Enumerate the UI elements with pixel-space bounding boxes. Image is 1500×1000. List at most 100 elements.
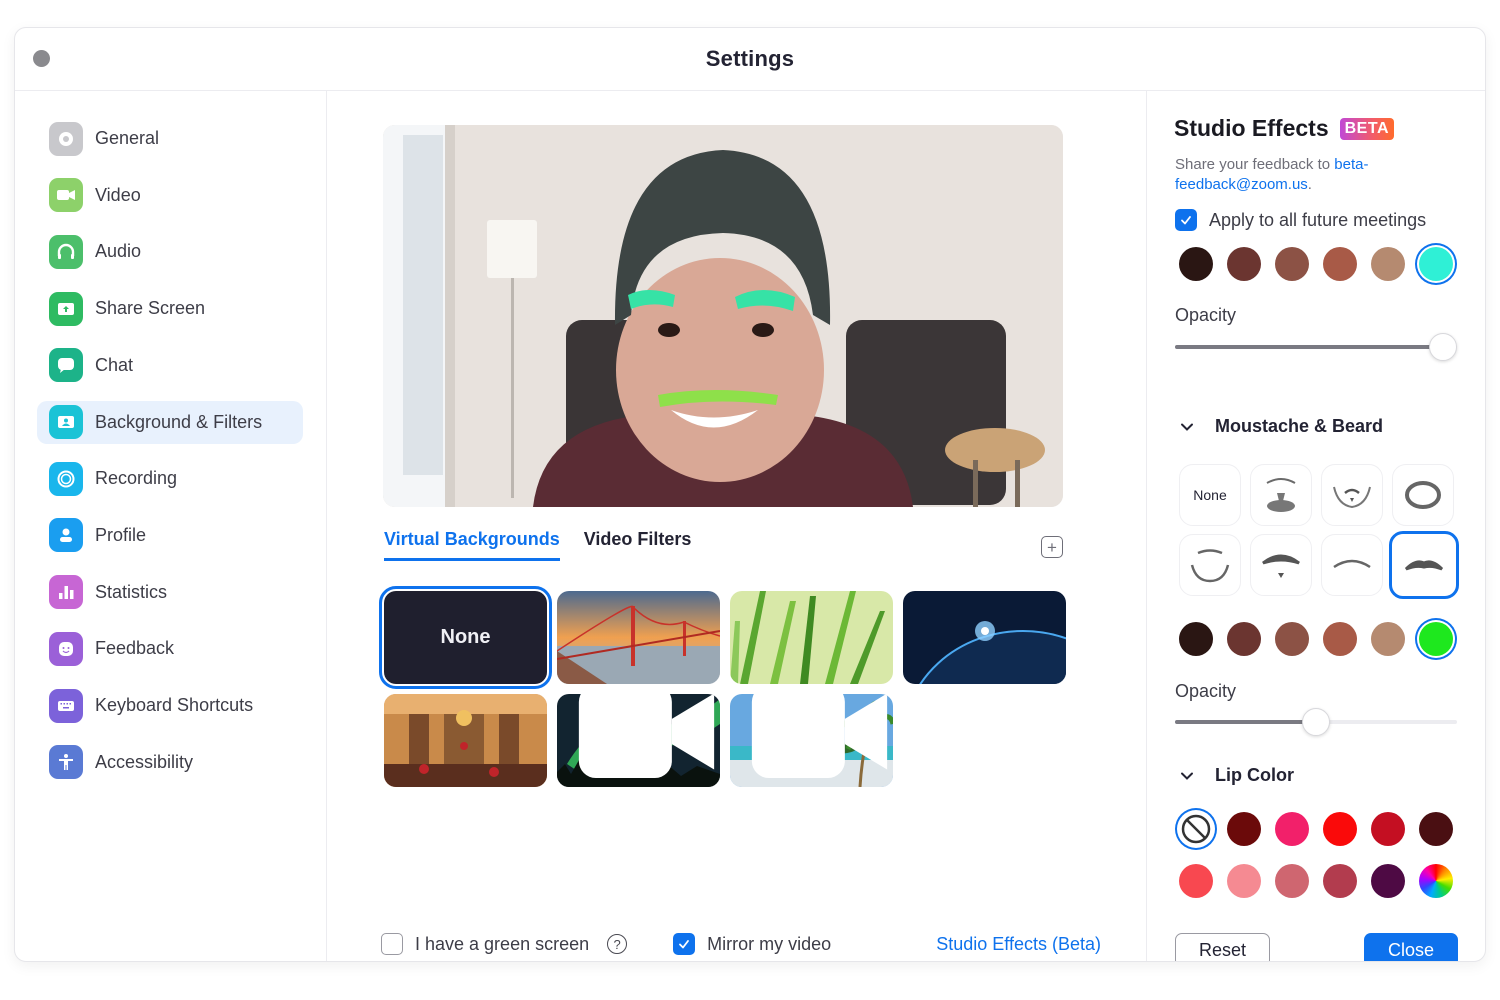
sidebar-item-label: Accessibility <box>95 751 194 772</box>
mirror-video-label: Mirror my video <box>707 933 832 954</box>
eyebrow-opacity-slider[interactable] <box>1175 333 1457 361</box>
beard-color-swatch[interactable] <box>1275 622 1309 656</box>
beard-color-swatch[interactable] <box>1419 622 1453 656</box>
eyebrow-color-swatch[interactable] <box>1275 247 1309 281</box>
sidebar-item-statistics[interactable]: Statistics <box>37 571 303 614</box>
help-icon[interactable]: ? <box>607 934 628 954</box>
smiley-icon <box>49 631 83 666</box>
sidebar-item-label: Share Screen <box>95 298 206 319</box>
background-space[interactable] <box>903 591 1066 684</box>
slider-thumb[interactable] <box>1428 333 1457 361</box>
eyebrow-color-swatch[interactable] <box>1371 247 1405 281</box>
custom-color-picker[interactable] <box>1419 864 1453 898</box>
eyebrow-color-swatch[interactable] <box>1323 247 1357 281</box>
green-screen-checkbox[interactable] <box>381 933 403 955</box>
camera-feed-image <box>383 125 1063 507</box>
share-screen-icon <box>49 291 83 326</box>
eyebrow-color-swatch[interactable] <box>1419 247 1453 281</box>
beard-style-chevron[interactable] <box>1389 531 1459 599</box>
beard-color-swatch[interactable] <box>1227 622 1261 656</box>
beta-badge: BETA <box>1339 117 1394 140</box>
lip-color-swatch[interactable] <box>1179 812 1213 846</box>
sidebar-item-label: Statistics <box>95 581 168 602</box>
keyboard-icon <box>49 688 83 723</box>
moustache-beard-section-toggle[interactable]: Moustache & Beard <box>1179 416 1383 437</box>
background-none[interactable]: None <box>379 586 552 689</box>
beard-style-thin-moustache[interactable] <box>1321 534 1383 596</box>
checkmark-icon <box>1181 216 1191 225</box>
mirror-video-checkbox[interactable] <box>673 933 696 955</box>
background-hall[interactable] <box>384 694 547 787</box>
chevron-moustache-icon <box>1404 560 1444 571</box>
lip-color-swatch[interactable] <box>1419 812 1453 846</box>
main-panel: Virtual Backgrounds Video Filters + None <box>327 91 1147 961</box>
chevron-down-icon <box>1181 423 1193 431</box>
sidebar-item-keyboard-shortcuts[interactable]: Keyboard Shortcuts <box>37 684 303 727</box>
no-color-icon <box>1181 814 1211 844</box>
beard-style-chinstrap[interactable] <box>1179 534 1241 596</box>
beard-opacity-label: Opacity <box>1175 681 1237 701</box>
apply-all-label: Apply to all future meetings <box>1209 209 1427 230</box>
background-person-icon <box>49 405 83 439</box>
close-button[interactable]: Close <box>1364 933 1458 961</box>
studio-effects-link[interactable]: Studio Effects (Beta) <box>936 934 1101 955</box>
sidebar-item-share-screen[interactable]: Share Screen <box>37 287 303 330</box>
background-bridge[interactable] <box>557 591 720 684</box>
apply-all-checkbox[interactable] <box>1175 209 1197 231</box>
eyebrow-color-swatch[interactable] <box>1227 247 1261 281</box>
sidebar-item-background-and-filters[interactable]: Background & Filters <box>37 400 303 444</box>
beard-color-swatches <box>1179 622 1453 656</box>
tab-virtual-backgrounds[interactable]: Virtual Backgrounds <box>384 529 560 561</box>
add-background-button[interactable]: + <box>1041 536 1063 558</box>
beard-style-none[interactable]: None <box>1179 464 1241 526</box>
lip-color-heading: Lip Color <box>1215 765 1294 785</box>
sidebar-item-feedback[interactable]: Feedback <box>37 627 303 670</box>
lip-color-swatch[interactable] <box>1371 812 1405 846</box>
apply-all-row: Apply to all future meetings <box>1175 209 1426 231</box>
lip-color-section-toggle[interactable]: Lip Color <box>1179 765 1294 786</box>
circle-beard-icon <box>1405 481 1441 509</box>
tab-video-filters[interactable]: Video Filters <box>584 529 692 561</box>
background-grass[interactable] <box>730 591 893 684</box>
beard-style-goatee[interactable] <box>1321 464 1383 526</box>
lip-color-swatch[interactable] <box>1179 864 1213 898</box>
slider-fill <box>1175 720 1316 724</box>
beard-color-swatch[interactable] <box>1323 622 1357 656</box>
sidebar-item-label: Feedback <box>95 638 175 659</box>
lip-color-swatch[interactable] <box>1275 864 1309 898</box>
sidebar-item-label: General <box>95 128 160 148</box>
background-beach[interactable] <box>730 694 893 787</box>
lip-color-swatch[interactable] <box>1371 864 1405 898</box>
eyebrow-color-swatch[interactable] <box>1179 247 1213 281</box>
lip-color-swatch[interactable] <box>1275 812 1309 846</box>
lip-color-swatch[interactable] <box>1323 812 1357 846</box>
beard-color-swatch[interactable] <box>1179 622 1213 656</box>
chin-strap-icon <box>1190 549 1230 583</box>
sidebar-item-audio[interactable]: Audio <box>37 230 303 273</box>
beard-style-full[interactable] <box>1250 464 1312 526</box>
sidebar-item-video[interactable]: Video <box>37 174 303 217</box>
sidebar-item-recording[interactable]: Recording <box>37 457 303 500</box>
sidebar-item-general[interactable]: General <box>37 117 303 160</box>
beard-style-moustache-soulpatch[interactable] <box>1250 534 1312 596</box>
sidebar: General Video Audio Share Screen Chat Backgro… <box>15 91 327 961</box>
beard-opacity-slider[interactable] <box>1175 708 1457 736</box>
lip-color-swatch[interactable] <box>1323 864 1357 898</box>
goatee-icon <box>1333 486 1371 509</box>
lip-color-swatch[interactable] <box>1227 812 1261 846</box>
accessibility-icon <box>49 745 83 780</box>
sidebar-item-chat[interactable]: Chat <box>37 344 303 387</box>
slider-thumb[interactable] <box>1302 708 1330 736</box>
sidebar-item-profile[interactable]: Profile <box>37 514 303 557</box>
lip-color-swatch[interactable] <box>1227 864 1261 898</box>
sidebar-item-label: Keyboard Shortcuts <box>95 695 254 715</box>
reset-button[interactable]: Reset <box>1175 933 1270 961</box>
beard-style-circle[interactable] <box>1392 464 1454 526</box>
beard-color-swatch[interactable] <box>1371 622 1405 656</box>
sidebar-item-accessibility[interactable]: Accessibility <box>37 741 303 784</box>
profile-icon <box>49 518 83 553</box>
window-close-dot[interactable] <box>33 50 50 67</box>
background-aurora[interactable] <box>557 694 720 787</box>
plus-icon: + <box>1047 537 1057 557</box>
studio-effects-header: Studio Effects BETA <box>1174 115 1394 142</box>
